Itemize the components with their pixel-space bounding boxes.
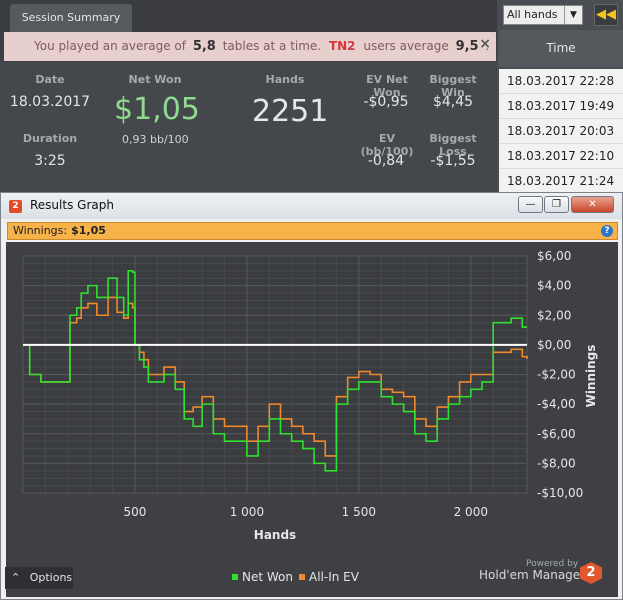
chevron-up-icon: ⌃ [11, 571, 21, 584]
ev-bb-value: -0,84 [367, 153, 405, 169]
app-root: Session Summary You played an average of… [0, 0, 623, 600]
results-graph-window: 2 Results Graph — ❐ ✕ Winnings: $1,05 ? [0, 192, 623, 600]
banner-avg-tables: 5,8 [192, 39, 216, 54]
options-button[interactable]: ⌃ Options [5, 567, 73, 589]
legend-label-net-won: Net Won [242, 570, 293, 584]
banner-middle: tables at a time. [222, 39, 322, 53]
info-banner: You played an average of 5,8 tables at a… [4, 32, 496, 61]
window-titlebar[interactable]: 2 Results Graph — ❐ ✕ [1, 193, 622, 219]
chevron-down-icon[interactable]: ▼ [564, 6, 582, 24]
banner-suffix: users average [363, 39, 449, 53]
brand-name: Hold'em Manager [479, 568, 586, 582]
session-row[interactable]: 18.03.2017 21:24 [499, 169, 623, 194]
session-row[interactable]: 18.03.2017 20:03 [499, 119, 623, 144]
hm2-logo-icon: 2 [9, 200, 22, 213]
biggest-loss-value: -$1,55 [430, 153, 476, 169]
hands-label: Hands [265, 73, 305, 86]
biggest-win-value: $4,45 [432, 94, 474, 110]
ev-net-won-value: -$0,95 [363, 94, 409, 110]
net-won-value: $1,05 [114, 92, 200, 127]
net-won-bb: 0,93 bb/100 [122, 133, 189, 146]
banner-tag: TN2 [328, 39, 356, 53]
date-value: 18.03.2017 [9, 94, 91, 110]
session-row[interactable]: 18.03.2017 22:10 [499, 144, 623, 169]
legend-net-won[interactable]: Net Won [232, 570, 293, 584]
session-row[interactable]: 18.03.2017 22:28 [499, 69, 623, 94]
time-column-header[interactable]: Time [499, 30, 623, 67]
help-icon[interactable]: ? [601, 225, 613, 237]
window-title: Results Graph [30, 198, 114, 212]
hands-filter-value: All hands [507, 8, 558, 21]
restore-button[interactable]: ❐ [544, 196, 569, 213]
options-label: Options [29, 571, 73, 584]
winnings-label: Winnings: [13, 224, 68, 237]
legend-swatch-net-won [232, 574, 238, 580]
net-won-label: Net Won [128, 73, 182, 86]
rewind-icon[interactable]: ◀◀ [594, 4, 618, 26]
session-row[interactable]: 18.03.2017 19:49 [499, 94, 623, 119]
legend-label-all-in-ev: All-In EV [309, 570, 359, 584]
banner-users-avg: 9,5 [455, 39, 479, 54]
winnings-value: $1,05 [71, 224, 106, 237]
minimize-button[interactable]: — [518, 196, 543, 213]
duration-label: Duration [22, 132, 78, 145]
top-bar: Session Summary [0, 0, 497, 32]
duration-value: 3:25 [34, 153, 66, 169]
banner-close-icon[interactable]: × [479, 30, 491, 59]
plot-area [6, 242, 618, 597]
legend-all-in-ev[interactable]: All-In EV [299, 570, 359, 584]
banner-prefix: You played an average of [34, 39, 186, 53]
hands-value: 2251 [252, 94, 329, 129]
hands-filter-select[interactable]: All hands ▼ [503, 5, 583, 25]
winnings-bar: Winnings: $1,05 ? [7, 222, 618, 240]
legend-swatch-all-in-ev [299, 574, 305, 580]
date-label: Date [35, 73, 65, 86]
close-button[interactable]: ✕ [571, 196, 614, 213]
tab-session-summary[interactable]: Session Summary [10, 4, 132, 32]
